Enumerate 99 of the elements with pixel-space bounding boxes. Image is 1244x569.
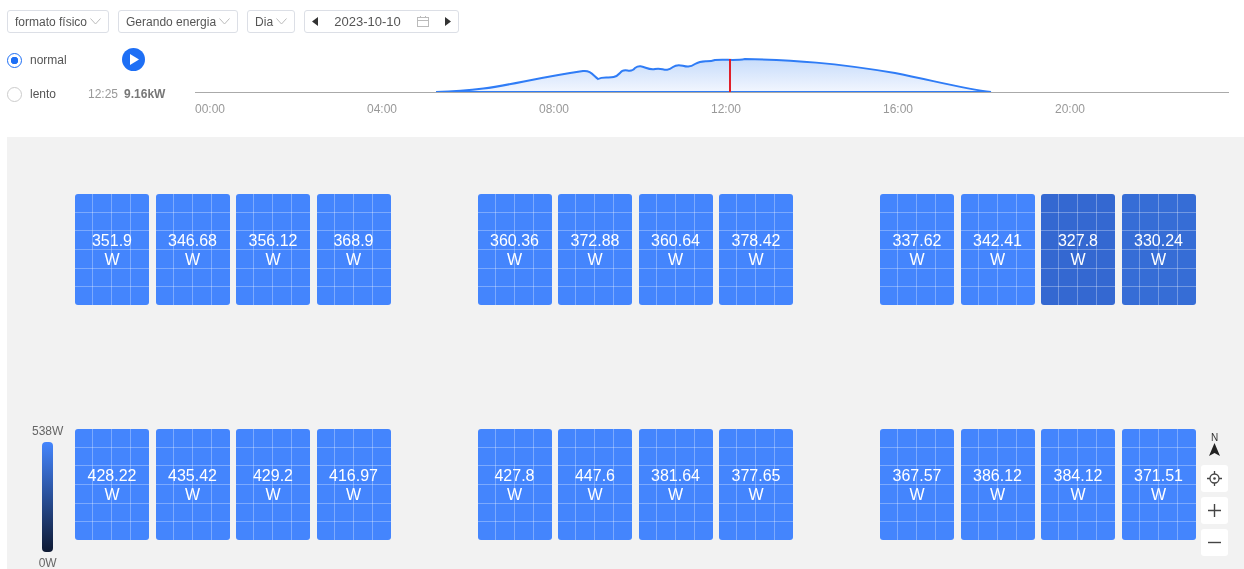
- chevron-down-icon: [276, 18, 288, 25]
- power-reading: 337.62: [892, 230, 942, 250]
- axis-label: 08:00: [539, 102, 570, 116]
- power-reading: 356.12: [248, 230, 298, 250]
- play-button[interactable]: [122, 48, 145, 71]
- speed-radio[interactable]: normal: [7, 51, 88, 69]
- dropdown[interactable]: formato físico: [7, 10, 110, 33]
- unit-label: W: [184, 484, 201, 504]
- power-reading: 378.42: [731, 230, 781, 250]
- solar-panel[interactable]: 377.65 W: [719, 429, 793, 540]
- solar-panel[interactable]: 342.41 W: [960, 194, 1035, 305]
- solar-panel[interactable]: 429.2 W: [236, 429, 310, 540]
- unit-label: W: [184, 249, 201, 269]
- solar-panel[interactable]: 416.97 W: [316, 429, 391, 540]
- power-reading: 330.24: [1134, 230, 1183, 250]
- axis-label: 00:00: [195, 102, 226, 116]
- target-icon: [1207, 471, 1222, 486]
- power-reading: 386.12: [973, 465, 1022, 485]
- unit-label: W: [909, 484, 925, 504]
- power-reading: 381.64: [651, 465, 700, 485]
- solar-panel[interactable]: 381.64 W: [638, 429, 713, 540]
- legend-min-label: 0W: [38, 555, 57, 569]
- solar-panel[interactable]: 337.62 W: [880, 194, 954, 305]
- unit-label: W: [506, 249, 523, 269]
- solar-panel[interactable]: 351.9 W: [75, 194, 149, 305]
- power-reading: 428.22: [87, 465, 137, 485]
- power-reading: 346.68: [168, 230, 217, 250]
- axis-label: 04:00: [367, 102, 398, 116]
- power-reading: 377.65: [731, 465, 781, 485]
- unit-label: W: [667, 249, 684, 269]
- unit-label: W: [104, 484, 120, 504]
- axis-label: 12:00: [711, 102, 742, 116]
- unit-label: W: [265, 249, 281, 269]
- power-reading: 427.8: [494, 465, 535, 485]
- unit-label: W: [345, 249, 362, 269]
- power-reading: 429.2: [252, 465, 293, 485]
- solar-panel[interactable]: 371.51 W: [1121, 429, 1196, 540]
- chevron-down-icon: [90, 18, 102, 25]
- unit-label: W: [748, 249, 764, 269]
- power-value: 9.16kW: [124, 86, 166, 103]
- unit-label: W: [265, 484, 281, 504]
- unit-label: W: [104, 249, 120, 269]
- power-reading: 360.64: [651, 230, 700, 250]
- legend-max-label: 538W: [32, 423, 64, 440]
- north-arrow-icon: [1209, 443, 1220, 456]
- solar-panel[interactable]: 346.68 W: [155, 194, 230, 305]
- power-reading: 372.88: [570, 230, 620, 250]
- unit-label: W: [909, 249, 925, 269]
- axis-label: 16:00: [883, 102, 914, 116]
- power-reading: 327.8: [1057, 230, 1098, 250]
- solar-panel[interactable]: 386.12 W: [960, 429, 1035, 540]
- unit-label: W: [345, 484, 362, 504]
- play-icon: [128, 54, 139, 65]
- power-reading: 351.9: [91, 230, 132, 250]
- solar-panel[interactable]: 356.12 W: [236, 194, 310, 305]
- north-label: N: [1210, 432, 1219, 443]
- solar-panel[interactable]: 367.57 W: [880, 429, 954, 540]
- solar-panel[interactable]: 428.22 W: [75, 429, 149, 540]
- solar-panel[interactable]: 378.42 W: [719, 194, 793, 305]
- dropdown[interactable]: Dia: [247, 10, 296, 33]
- axis-label: 20:00: [1055, 102, 1086, 116]
- power-reading: 435.42: [168, 465, 217, 485]
- dropdown[interactable]: Gerando energia: [118, 10, 239, 33]
- solar-panel[interactable]: 435.42 W: [155, 429, 230, 540]
- zoom-in-button[interactable]: [1201, 497, 1228, 524]
- plus-icon: [1208, 504, 1221, 517]
- locate-button[interactable]: [1201, 465, 1228, 492]
- power-reading: 367.57: [892, 465, 942, 485]
- unit-label: W: [667, 484, 684, 504]
- unit-label: W: [506, 484, 523, 504]
- unit-label: W: [989, 249, 1006, 269]
- solar-panel[interactable]: 372.88 W: [558, 194, 632, 305]
- unit-label: W: [587, 249, 603, 269]
- solar-panel[interactable]: 368.9 W: [316, 194, 391, 305]
- minus-icon: [1208, 541, 1221, 544]
- power-reading: 416.97: [329, 465, 378, 485]
- unit-label: W: [989, 484, 1006, 504]
- power-reading: 368.9: [333, 230, 374, 250]
- power-reading: 447.6: [574, 465, 615, 485]
- power-reading: 360.36: [490, 230, 539, 250]
- speed-radio[interactable]: lento: [7, 85, 88, 103]
- solar-panel[interactable]: 384.12 W: [1041, 429, 1115, 540]
- solar-panel[interactable]: 360.64 W: [638, 194, 713, 305]
- solar-panel[interactable]: 427.8 W: [477, 429, 552, 540]
- chevron-down-icon: [219, 18, 231, 25]
- solar-panel[interactable]: 447.6 W: [558, 429, 632, 540]
- unit-label: W: [587, 484, 603, 504]
- unit-label: W: [748, 484, 764, 504]
- power-reading: 342.41: [973, 230, 1022, 250]
- unit-label: W: [1150, 249, 1167, 269]
- solar-panel[interactable]: 327.8 W: [1041, 194, 1115, 305]
- power-reading: 384.12: [1053, 465, 1103, 485]
- power-reading: 371.51: [1134, 465, 1183, 485]
- solar-panel[interactable]: 330.24 W: [1121, 194, 1196, 305]
- solar-panel[interactable]: 360.36 W: [477, 194, 552, 305]
- time-label: 12:25: [88, 86, 119, 103]
- unit-label: W: [1070, 484, 1086, 504]
- unit-label: W: [1150, 484, 1167, 504]
- unit-label: W: [1070, 249, 1086, 269]
